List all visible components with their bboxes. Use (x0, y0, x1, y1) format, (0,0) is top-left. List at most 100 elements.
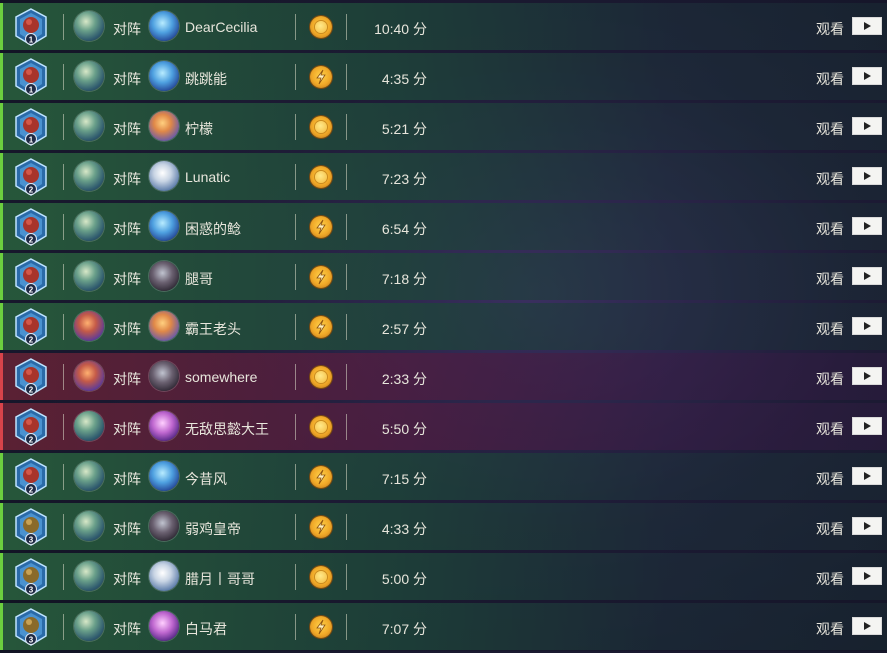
match-history-list: 1 对阵 DearCecilia 10:40 分观看 1 对阵 跳跳能 4:35 分观看 1 对阵… (0, 3, 887, 653)
divider (63, 564, 64, 590)
opponent-hero-avatar (149, 161, 179, 191)
versus-label: 对阵 (113, 371, 141, 387)
match-duration: 5:00 分 (381, 571, 427, 587)
watch-link[interactable]: 观看 (816, 469, 844, 489)
divider (346, 64, 347, 90)
match-duration: 7:23 分 (381, 171, 427, 187)
watch-link[interactable]: 观看 (816, 269, 844, 289)
match-row: 2 对阵 腿哥 7:18 分 观看 (0, 253, 887, 300)
match-row: 2 对阵 霸王老头 2:57 分 观看 (0, 303, 887, 350)
rank-number: 3 (29, 636, 34, 645)
divider (295, 314, 296, 340)
play-button[interactable] (852, 617, 882, 635)
player-hero-avatar (74, 611, 104, 641)
watch-link[interactable]: 观看 (816, 69, 844, 89)
play-button[interactable] (852, 17, 882, 35)
divider (63, 114, 64, 140)
play-button[interactable] (852, 117, 882, 135)
divider (346, 364, 347, 390)
match-duration: 4:35 分 (381, 71, 427, 87)
play-button[interactable] (852, 467, 882, 485)
rank-badge: 2 (14, 408, 48, 446)
play-button[interactable] (852, 417, 882, 435)
opponent-name: 腿哥 (185, 271, 213, 287)
divider (346, 14, 347, 40)
coin-second-icon (310, 316, 332, 338)
play-button[interactable] (852, 167, 882, 185)
divider (295, 214, 296, 240)
rank-badge-icon: 3 (15, 558, 47, 596)
opponent-name: DearCecilia (185, 19, 258, 35)
play-button[interactable] (852, 367, 882, 385)
opponent-hero-avatar (149, 561, 179, 591)
coin-first-icon (310, 366, 332, 388)
opponent-hero-avatar (149, 361, 179, 391)
play-button[interactable] (852, 267, 882, 285)
opponent-hero-avatar (149, 211, 179, 241)
watch-link[interactable]: 观看 (816, 319, 844, 339)
divider (346, 314, 347, 340)
coin-second-icon (310, 466, 332, 488)
divider (63, 364, 64, 390)
rank-badge: 3 (14, 508, 48, 546)
play-button[interactable] (852, 517, 882, 535)
player-hero-avatar (74, 111, 104, 141)
match-row: 2 对阵 Lunatic 7:23 分 观看 (0, 153, 887, 200)
watch-link[interactable]: 观看 (816, 19, 844, 39)
versus-label: 对阵 (113, 71, 141, 87)
watch-link[interactable]: 观看 (816, 569, 844, 589)
watch-link[interactable]: 观看 (816, 419, 844, 439)
coin-first-icon (310, 166, 332, 188)
match-row: 2 对阵 无敌思懿大王 5:50 分 观看 (0, 403, 887, 450)
divider (63, 264, 64, 290)
versus-label: 对阵 (113, 21, 141, 37)
rank-badge: 2 (14, 258, 48, 296)
watch-link[interactable]: 观看 (816, 369, 844, 389)
rank-number: 1 (29, 36, 34, 45)
watch-link[interactable]: 观看 (816, 169, 844, 189)
divider (346, 464, 347, 490)
divider (63, 464, 64, 490)
divider (346, 164, 347, 190)
match-duration: 2:33 分 (381, 371, 427, 387)
opponent-name: 无敌思懿大王 (185, 421, 269, 437)
divider (295, 64, 296, 90)
match-row: 1 对阵 跳跳能 4:35 分 观看 (0, 53, 887, 100)
opponent-hero-avatar (149, 261, 179, 291)
rank-badge-icon: 1 (15, 58, 47, 96)
watch-link[interactable]: 观看 (816, 619, 844, 639)
coin-second-icon (310, 66, 332, 88)
player-hero-avatar (74, 161, 104, 191)
match-row: 3 对阵 白马君 7:07 分 观看 (0, 603, 887, 650)
match-row: 1 对阵 柠檬 5:21 分 观看 (0, 103, 887, 150)
opponent-name: 霸王老头 (185, 321, 241, 337)
versus-label: 对阵 (113, 271, 141, 287)
player-hero-avatar (74, 511, 104, 541)
rank-badge-icon: 2 (15, 308, 47, 346)
rank-badge: 2 (14, 158, 48, 196)
watch-link[interactable]: 观看 (816, 219, 844, 239)
opponent-hero-avatar (149, 311, 179, 341)
play-button[interactable] (852, 67, 882, 85)
coin-center (315, 171, 327, 183)
rank-badge-icon: 1 (15, 108, 47, 146)
divider (295, 14, 296, 40)
watch-link[interactable]: 观看 (816, 519, 844, 539)
divider (63, 164, 64, 190)
rank-number: 1 (29, 136, 34, 145)
opponent-name: 柠檬 (185, 121, 213, 137)
match-row: 2 对阵 somewhere 2:33 分 观看 (0, 353, 887, 400)
divider (295, 114, 296, 140)
player-hero-avatar (74, 411, 104, 441)
play-button[interactable] (852, 217, 882, 235)
watch-link[interactable]: 观看 (816, 119, 844, 139)
rank-badge: 3 (14, 608, 48, 646)
rank-badge: 2 (14, 308, 48, 346)
rank-badge-icon: 1 (15, 8, 47, 46)
play-button[interactable] (852, 567, 882, 585)
play-button[interactable] (852, 317, 882, 335)
versus-label: 对阵 (113, 521, 141, 537)
divider (295, 464, 296, 490)
coin-first-icon (310, 16, 332, 38)
match-duration: 6:54 分 (381, 221, 427, 237)
